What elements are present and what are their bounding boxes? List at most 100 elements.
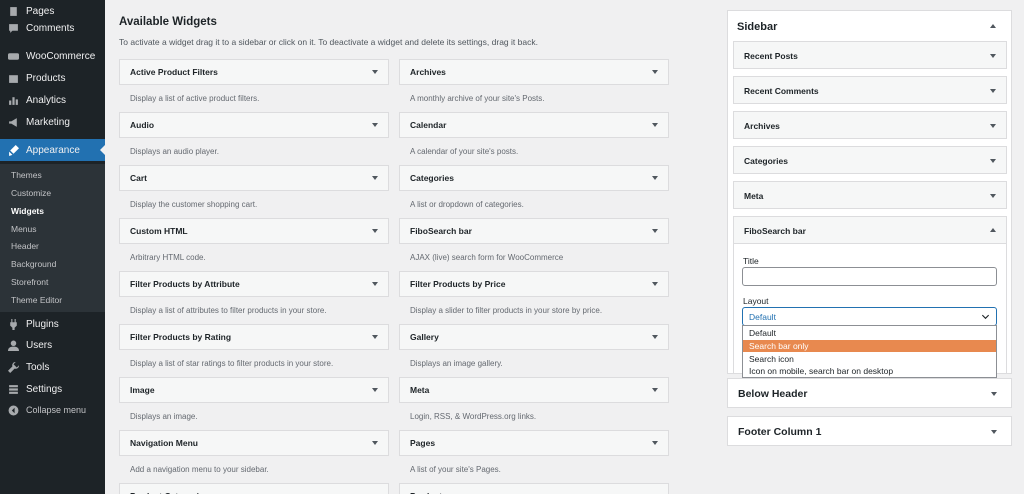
admin-menu: Pages Comments WooCommerce Products Anal… xyxy=(0,0,105,494)
widget-description: A calendar of your site's posts. xyxy=(410,147,519,156)
widget-description: A monthly archive of your site's Posts. xyxy=(410,94,545,103)
widget-item[interactable]: Image xyxy=(119,377,389,403)
menu-item-marketing[interactable]: Marketing xyxy=(0,111,105,133)
widget-title: Active Product Filters xyxy=(130,67,218,77)
expand-icon xyxy=(652,282,658,286)
menu-item-settings[interactable]: Settings xyxy=(0,378,105,400)
widget-item[interactable]: FiboSearch bar xyxy=(399,218,669,244)
widget-description: Display a list of active product filters… xyxy=(130,94,260,103)
widget-title: Pages xyxy=(410,438,436,448)
submenu-background[interactable]: Background xyxy=(11,259,56,269)
widget-description: A list of your site's Pages. xyxy=(410,465,501,474)
sidebar-widget-fibosearch[interactable]: FiboSearch bar xyxy=(733,216,1007,244)
widget-item[interactable]: Calendar xyxy=(399,112,669,138)
widget-title: Custom HTML xyxy=(130,226,188,236)
widget-description: Display a slider to filter products in y… xyxy=(410,306,603,315)
layout-option-search-bar-only[interactable]: Search bar only xyxy=(743,340,996,352)
submenu-storefront[interactable]: Storefront xyxy=(11,277,48,287)
submenu-widgets[interactable]: Widgets xyxy=(11,206,44,216)
widget-description: Displays an image. xyxy=(130,412,198,421)
products-icon xyxy=(0,73,26,84)
submenu-customize[interactable]: Customize xyxy=(11,188,51,198)
widget-item[interactable]: Meta xyxy=(399,377,669,403)
menu-item-plugins[interactable]: Plugins xyxy=(0,313,105,335)
widget-item[interactable]: Navigation Menu xyxy=(119,430,389,456)
expand-icon xyxy=(372,282,378,286)
layout-option-search-icon[interactable]: Search icon xyxy=(743,353,996,365)
collapse-menu[interactable]: Collapse menu xyxy=(0,399,105,421)
widget-title: Filter Products by Attribute xyxy=(130,279,240,289)
widget-description: AJAX (live) search form for WooCommerce xyxy=(410,253,564,262)
menu-item-users[interactable]: Users xyxy=(0,334,105,356)
sidebar-widget-recent-comments[interactable]: Recent Comments xyxy=(733,76,1007,104)
widget-title: Cart xyxy=(130,173,148,183)
sidebar-title[interactable]: Sidebar xyxy=(737,21,777,33)
expand-icon xyxy=(990,194,996,198)
users-icon xyxy=(0,340,26,351)
submenu-themes[interactable]: Themes xyxy=(11,170,42,180)
expand-icon xyxy=(372,176,378,180)
expand-icon xyxy=(652,335,658,339)
expand-icon xyxy=(652,176,658,180)
menu-item-analytics[interactable]: Analytics xyxy=(0,89,105,111)
menu-item-appearance[interactable]: Appearance xyxy=(0,139,105,161)
submenu-theme-editor[interactable]: Theme Editor xyxy=(11,295,62,305)
widget-item[interactable]: Archives xyxy=(399,59,669,85)
sidebar-widget-meta[interactable]: Meta xyxy=(733,181,1007,209)
widget-item[interactable]: Filter Products by Attribute xyxy=(119,271,389,297)
layout-option-default[interactable]: Default xyxy=(743,327,996,339)
collapse-icon xyxy=(990,228,996,232)
menu-item-comments[interactable]: Comments xyxy=(0,17,105,39)
appearance-submenu: Themes Customize Widgets Menus Header Ba… xyxy=(0,164,105,312)
expand-icon xyxy=(652,441,658,445)
expand-icon xyxy=(372,70,378,74)
expand-icon xyxy=(991,392,997,396)
comments-icon xyxy=(0,23,26,34)
settings-icon xyxy=(0,384,26,395)
widget-title: FiboSearch bar xyxy=(410,226,472,236)
widget-description: Add a navigation menu to your sidebar. xyxy=(130,465,269,474)
layout-option-icon-mobile[interactable]: Icon on mobile, search bar on desktop xyxy=(743,365,996,377)
available-widgets-title: Available Widgets xyxy=(119,16,217,28)
title-input[interactable] xyxy=(742,267,997,286)
widget-item[interactable]: Audio xyxy=(119,112,389,138)
expand-icon xyxy=(991,430,997,434)
layout-select[interactable]: Default xyxy=(742,307,997,326)
widget-title: Gallery xyxy=(410,332,439,342)
layout-dropdown: Default Search bar only Search icon Icon… xyxy=(742,325,997,378)
sidebar-below-header[interactable]: Below Header xyxy=(727,378,1012,408)
widget-item[interactable]: Active Product Filters xyxy=(119,59,389,85)
sidebar-widget-archives[interactable]: Archives xyxy=(733,111,1007,139)
widget-item[interactable]: Cart xyxy=(119,165,389,191)
expand-icon xyxy=(990,159,996,163)
widget-title: Categories xyxy=(410,173,454,183)
collapse-icon xyxy=(0,405,26,416)
available-widgets-description: To activate a widget drag it to a sideba… xyxy=(119,37,538,47)
woocommerce-icon xyxy=(0,51,26,62)
widget-description: Arbitrary HTML code. xyxy=(130,253,206,262)
menu-item-products[interactable]: Products xyxy=(0,67,105,89)
submenu-header[interactable]: Header xyxy=(11,241,39,251)
submenu-menus[interactable]: Menus xyxy=(11,224,37,234)
widget-item[interactable]: Custom HTML xyxy=(119,218,389,244)
sidebar-widget-categories[interactable]: Categories xyxy=(733,146,1007,174)
tools-icon xyxy=(0,361,26,373)
current-arrow xyxy=(100,145,105,155)
sidebar-footer-column-1[interactable]: Footer Column 1 xyxy=(727,416,1012,446)
sidebar-collapse-icon[interactable] xyxy=(990,24,996,28)
expand-icon xyxy=(990,124,996,128)
widget-item[interactable]: Filter Products by Rating xyxy=(119,324,389,350)
widget-item[interactable]: Pages xyxy=(399,430,669,456)
widget-item[interactable]: Gallery xyxy=(399,324,669,350)
widget-item[interactable]: Products xyxy=(399,483,669,494)
expand-icon xyxy=(652,70,658,74)
appearance-icon xyxy=(0,144,26,156)
widget-item[interactable]: Filter Products by Price xyxy=(399,271,669,297)
menu-item-woocommerce[interactable]: WooCommerce xyxy=(0,45,105,67)
expand-icon xyxy=(652,123,658,127)
widget-item[interactable]: Product Categories xyxy=(119,483,389,494)
widget-item[interactable]: Categories xyxy=(399,165,669,191)
widget-title: Filter Products by Rating xyxy=(130,332,232,342)
menu-item-tools[interactable]: Tools xyxy=(0,356,105,378)
sidebar-widget-recent-posts[interactable]: Recent Posts xyxy=(733,41,1007,69)
